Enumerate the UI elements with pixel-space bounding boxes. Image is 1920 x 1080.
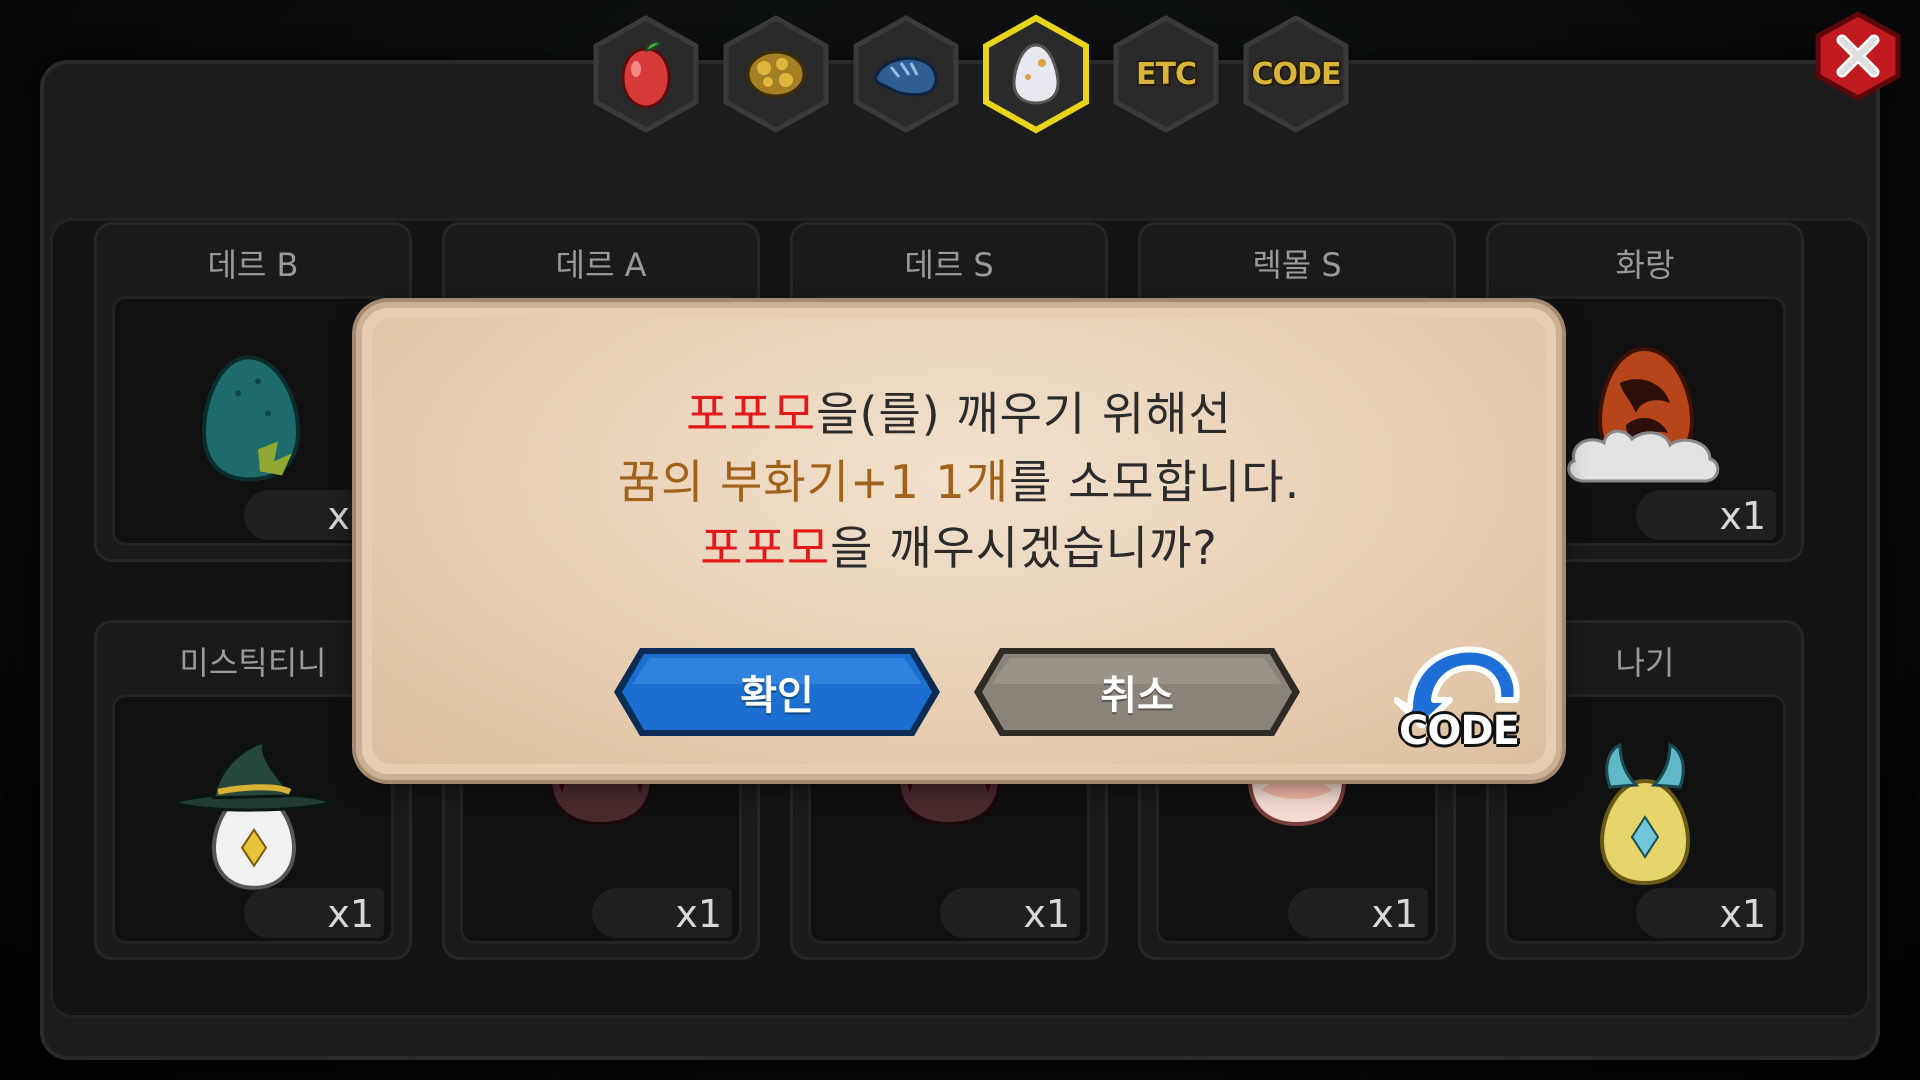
confirm-label: 확인 [740, 673, 814, 719]
dialog-line-3: 포포모을 깨우시겠습니까? [362, 512, 1556, 578]
blue-fish-icon [873, 56, 938, 97]
dialog-line-2: 꿈의 부화기+1 1개를 소모합니다. [362, 446, 1556, 512]
close-icon [1815, 11, 1901, 101]
egg-count: x1 [327, 892, 374, 936]
red-fruit-icon [621, 41, 671, 109]
dialog-line-1-text: 을(를) 깨우기 위해선 [816, 387, 1232, 441]
cancel-label: 취소 [1100, 673, 1174, 719]
gold-nugget-icon [746, 50, 806, 98]
code-button-label: CODE [1399, 708, 1520, 754]
pet-name: 포포모 [700, 521, 831, 575]
egg-slot: x1 [112, 694, 394, 944]
teal-spotted-egg-icon [201, 355, 301, 482]
close-button[interactable] [1812, 10, 1904, 102]
game-screen: ETC CODE 데르 B x1 데르 A 데르 S 렉몰 S 화랑 x1 미스… [0, 0, 1920, 1080]
dialog-line-3-text: 을 깨우시겠습니까? [830, 521, 1218, 575]
egg-name: 데르 B [207, 246, 299, 284]
egg-count: x1 [1719, 494, 1766, 538]
egg-name: 화랑 [1615, 246, 1675, 284]
tab-egg[interactable] [980, 14, 1092, 134]
egg-name: 렉몰 S [1252, 246, 1342, 284]
category-tabs: ETC CODE [590, 14, 1352, 134]
egg-count: x1 [1023, 892, 1070, 936]
egg-name: 데르 S [904, 246, 994, 284]
egg-count: x1 [675, 892, 722, 936]
dialog-line-2-text: 를 소모합니다. [1009, 455, 1301, 509]
yellow-wing-egg-icon [1599, 742, 1691, 886]
code-shortcut-button[interactable]: CODE [1394, 638, 1524, 758]
egg-icon [1012, 43, 1060, 105]
cancel-button[interactable]: 취소 [970, 644, 1304, 740]
tab-etc-label: ETC [1136, 56, 1197, 92]
tab-fish[interactable] [850, 14, 962, 134]
egg-name: 데르 A [555, 246, 647, 284]
egg-count: x1 [1719, 892, 1766, 936]
flame-cloud-egg-icon [1567, 346, 1720, 483]
dialog-line-1: 포포모을(를) 깨우기 위해선 [362, 378, 1556, 444]
tab-cookie[interactable] [720, 14, 832, 134]
witch-hat-egg-icon [169, 739, 337, 890]
pet-name: 포포모 [686, 387, 817, 441]
confirm-button[interactable]: 확인 [610, 644, 944, 740]
egg-slot: x1 [112, 296, 394, 546]
tab-code[interactable]: CODE [1240, 14, 1352, 134]
tab-etc[interactable]: ETC [1110, 14, 1222, 134]
hatch-confirm-dialog: 포포모을(를) 깨우기 위해선 꿈의 부화기+1 1개를 소모합니다. 포포모을… [362, 308, 1556, 774]
item-name: 꿈의 부화기+1 1개 [617, 455, 1010, 509]
egg-count: x1 [1371, 892, 1418, 936]
tab-fruit[interactable] [590, 14, 702, 134]
tab-code-label: CODE [1251, 56, 1342, 92]
